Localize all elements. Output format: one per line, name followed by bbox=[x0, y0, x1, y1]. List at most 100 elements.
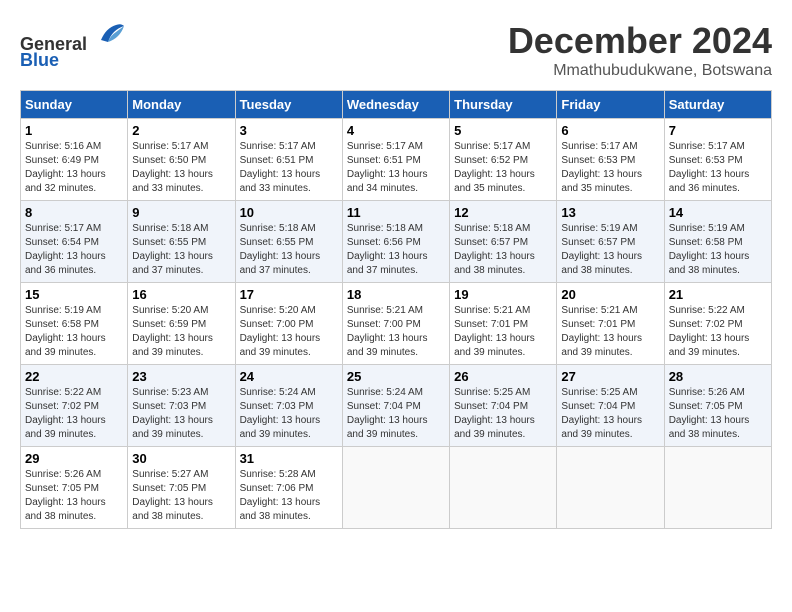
calendar-day-cell: 12 Sunrise: 5:18 AM Sunset: 6:57 PM Dayl… bbox=[450, 201, 557, 283]
day-number: 3 bbox=[240, 123, 338, 138]
logo-blue-text: Blue bbox=[20, 50, 59, 70]
day-info: Sunrise: 5:24 AM Sunset: 7:03 PM Dayligh… bbox=[240, 386, 338, 442]
day-info: Sunrise: 5:26 AM Sunset: 7:05 PM Dayligh… bbox=[25, 468, 123, 524]
day-info: Sunrise: 5:19 AM Sunset: 6:58 PM Dayligh… bbox=[25, 304, 123, 360]
calendar-day-cell bbox=[557, 447, 664, 529]
calendar-day-cell: 24 Sunrise: 5:24 AM Sunset: 7:03 PM Dayl… bbox=[235, 365, 342, 447]
day-info: Sunrise: 5:18 AM Sunset: 6:57 PM Dayligh… bbox=[454, 222, 552, 278]
day-info: Sunrise: 5:27 AM Sunset: 7:05 PM Dayligh… bbox=[132, 468, 230, 524]
calendar-day-cell: 26 Sunrise: 5:25 AM Sunset: 7:04 PM Dayl… bbox=[450, 365, 557, 447]
day-number: 1 bbox=[25, 123, 123, 138]
calendar-day-cell: 30 Sunrise: 5:27 AM Sunset: 7:05 PM Dayl… bbox=[128, 447, 235, 529]
day-number: 20 bbox=[561, 287, 659, 302]
day-info: Sunrise: 5:21 AM Sunset: 7:01 PM Dayligh… bbox=[561, 304, 659, 360]
day-number: 21 bbox=[669, 287, 767, 302]
month-title: December 2024 bbox=[508, 20, 772, 62]
day-info: Sunrise: 5:20 AM Sunset: 6:59 PM Dayligh… bbox=[132, 304, 230, 360]
day-info: Sunrise: 5:19 AM Sunset: 6:58 PM Dayligh… bbox=[669, 222, 767, 278]
weekday-header: Thursday bbox=[450, 91, 557, 119]
calendar-week-row: 8 Sunrise: 5:17 AM Sunset: 6:54 PM Dayli… bbox=[21, 201, 772, 283]
calendar-header-row: SundayMondayTuesdayWednesdayThursdayFrid… bbox=[21, 91, 772, 119]
calendar-day-cell: 4 Sunrise: 5:17 AM Sunset: 6:51 PM Dayli… bbox=[342, 119, 449, 201]
calendar-day-cell: 18 Sunrise: 5:21 AM Sunset: 7:00 PM Dayl… bbox=[342, 283, 449, 365]
day-info: Sunrise: 5:16 AM Sunset: 6:49 PM Dayligh… bbox=[25, 140, 123, 196]
location-subtitle: Mmathubudukwane, Botswana bbox=[508, 62, 772, 80]
day-number: 8 bbox=[25, 205, 123, 220]
day-info: Sunrise: 5:25 AM Sunset: 7:04 PM Dayligh… bbox=[561, 386, 659, 442]
day-info: Sunrise: 5:24 AM Sunset: 7:04 PM Dayligh… bbox=[347, 386, 445, 442]
calendar-day-cell: 13 Sunrise: 5:19 AM Sunset: 6:57 PM Dayl… bbox=[557, 201, 664, 283]
calendar-day-cell: 23 Sunrise: 5:23 AM Sunset: 7:03 PM Dayl… bbox=[128, 365, 235, 447]
calendar-day-cell: 6 Sunrise: 5:17 AM Sunset: 6:53 PM Dayli… bbox=[557, 119, 664, 201]
day-info: Sunrise: 5:22 AM Sunset: 7:02 PM Dayligh… bbox=[669, 304, 767, 360]
day-number: 10 bbox=[240, 205, 338, 220]
day-info: Sunrise: 5:17 AM Sunset: 6:50 PM Dayligh… bbox=[132, 140, 230, 196]
calendar-day-cell: 28 Sunrise: 5:26 AM Sunset: 7:05 PM Dayl… bbox=[664, 365, 771, 447]
calendar-week-row: 1 Sunrise: 5:16 AM Sunset: 6:49 PM Dayli… bbox=[21, 119, 772, 201]
calendar-day-cell bbox=[450, 447, 557, 529]
day-info: Sunrise: 5:21 AM Sunset: 7:01 PM Dayligh… bbox=[454, 304, 552, 360]
calendar-day-cell: 31 Sunrise: 5:28 AM Sunset: 7:06 PM Dayl… bbox=[235, 447, 342, 529]
day-info: Sunrise: 5:19 AM Sunset: 6:57 PM Dayligh… bbox=[561, 222, 659, 278]
day-info: Sunrise: 5:17 AM Sunset: 6:54 PM Dayligh… bbox=[25, 222, 123, 278]
calendar-day-cell: 9 Sunrise: 5:18 AM Sunset: 6:55 PM Dayli… bbox=[128, 201, 235, 283]
calendar-day-cell: 11 Sunrise: 5:18 AM Sunset: 6:56 PM Dayl… bbox=[342, 201, 449, 283]
calendar-day-cell: 10 Sunrise: 5:18 AM Sunset: 6:55 PM Dayl… bbox=[235, 201, 342, 283]
calendar-day-cell: 15 Sunrise: 5:19 AM Sunset: 6:58 PM Dayl… bbox=[21, 283, 128, 365]
calendar-day-cell: 27 Sunrise: 5:25 AM Sunset: 7:04 PM Dayl… bbox=[557, 365, 664, 447]
calendar-day-cell: 7 Sunrise: 5:17 AM Sunset: 6:53 PM Dayli… bbox=[664, 119, 771, 201]
logo: General Blue bbox=[20, 20, 126, 71]
day-info: Sunrise: 5:23 AM Sunset: 7:03 PM Dayligh… bbox=[132, 386, 230, 442]
day-info: Sunrise: 5:18 AM Sunset: 6:55 PM Dayligh… bbox=[240, 222, 338, 278]
day-number: 14 bbox=[669, 205, 767, 220]
calendar-day-cell: 25 Sunrise: 5:24 AM Sunset: 7:04 PM Dayl… bbox=[342, 365, 449, 447]
calendar-day-cell: 2 Sunrise: 5:17 AM Sunset: 6:50 PM Dayli… bbox=[128, 119, 235, 201]
weekday-header: Saturday bbox=[664, 91, 771, 119]
calendar-day-cell: 17 Sunrise: 5:20 AM Sunset: 7:00 PM Dayl… bbox=[235, 283, 342, 365]
day-number: 18 bbox=[347, 287, 445, 302]
day-info: Sunrise: 5:17 AM Sunset: 6:51 PM Dayligh… bbox=[347, 140, 445, 196]
day-number: 17 bbox=[240, 287, 338, 302]
day-number: 13 bbox=[561, 205, 659, 220]
day-info: Sunrise: 5:25 AM Sunset: 7:04 PM Dayligh… bbox=[454, 386, 552, 442]
day-number: 11 bbox=[347, 205, 445, 220]
day-info: Sunrise: 5:17 AM Sunset: 6:52 PM Dayligh… bbox=[454, 140, 552, 196]
day-number: 2 bbox=[132, 123, 230, 138]
day-number: 22 bbox=[25, 369, 123, 384]
calendar-day-cell bbox=[342, 447, 449, 529]
day-number: 7 bbox=[669, 123, 767, 138]
calendar-day-cell: 21 Sunrise: 5:22 AM Sunset: 7:02 PM Dayl… bbox=[664, 283, 771, 365]
calendar-week-row: 29 Sunrise: 5:26 AM Sunset: 7:05 PM Dayl… bbox=[21, 447, 772, 529]
calendar-day-cell: 8 Sunrise: 5:17 AM Sunset: 6:54 PM Dayli… bbox=[21, 201, 128, 283]
day-number: 29 bbox=[25, 451, 123, 466]
calendar-day-cell bbox=[664, 447, 771, 529]
calendar-day-cell: 19 Sunrise: 5:21 AM Sunset: 7:01 PM Dayl… bbox=[450, 283, 557, 365]
day-number: 26 bbox=[454, 369, 552, 384]
day-number: 24 bbox=[240, 369, 338, 384]
calendar-day-cell: 14 Sunrise: 5:19 AM Sunset: 6:58 PM Dayl… bbox=[664, 201, 771, 283]
day-info: Sunrise: 5:26 AM Sunset: 7:05 PM Dayligh… bbox=[669, 386, 767, 442]
calendar-day-cell: 3 Sunrise: 5:17 AM Sunset: 6:51 PM Dayli… bbox=[235, 119, 342, 201]
weekday-header: Friday bbox=[557, 91, 664, 119]
day-number: 4 bbox=[347, 123, 445, 138]
calendar-table: SundayMondayTuesdayWednesdayThursdayFrid… bbox=[20, 90, 772, 529]
day-info: Sunrise: 5:20 AM Sunset: 7:00 PM Dayligh… bbox=[240, 304, 338, 360]
calendar-week-row: 15 Sunrise: 5:19 AM Sunset: 6:58 PM Dayl… bbox=[21, 283, 772, 365]
day-number: 27 bbox=[561, 369, 659, 384]
weekday-header: Sunday bbox=[21, 91, 128, 119]
header: General Blue December 2024 Mmathubudukwa… bbox=[20, 20, 772, 80]
day-number: 5 bbox=[454, 123, 552, 138]
day-info: Sunrise: 5:18 AM Sunset: 6:56 PM Dayligh… bbox=[347, 222, 445, 278]
day-number: 23 bbox=[132, 369, 230, 384]
day-number: 12 bbox=[454, 205, 552, 220]
calendar-day-cell: 5 Sunrise: 5:17 AM Sunset: 6:52 PM Dayli… bbox=[450, 119, 557, 201]
day-number: 25 bbox=[347, 369, 445, 384]
day-number: 6 bbox=[561, 123, 659, 138]
calendar-day-cell: 16 Sunrise: 5:20 AM Sunset: 6:59 PM Dayl… bbox=[128, 283, 235, 365]
day-number: 31 bbox=[240, 451, 338, 466]
logo-bird-icon bbox=[96, 20, 126, 50]
day-info: Sunrise: 5:21 AM Sunset: 7:00 PM Dayligh… bbox=[347, 304, 445, 360]
calendar-day-cell: 20 Sunrise: 5:21 AM Sunset: 7:01 PM Dayl… bbox=[557, 283, 664, 365]
day-number: 15 bbox=[25, 287, 123, 302]
title-area: December 2024 Mmathubudukwane, Botswana bbox=[508, 20, 772, 80]
